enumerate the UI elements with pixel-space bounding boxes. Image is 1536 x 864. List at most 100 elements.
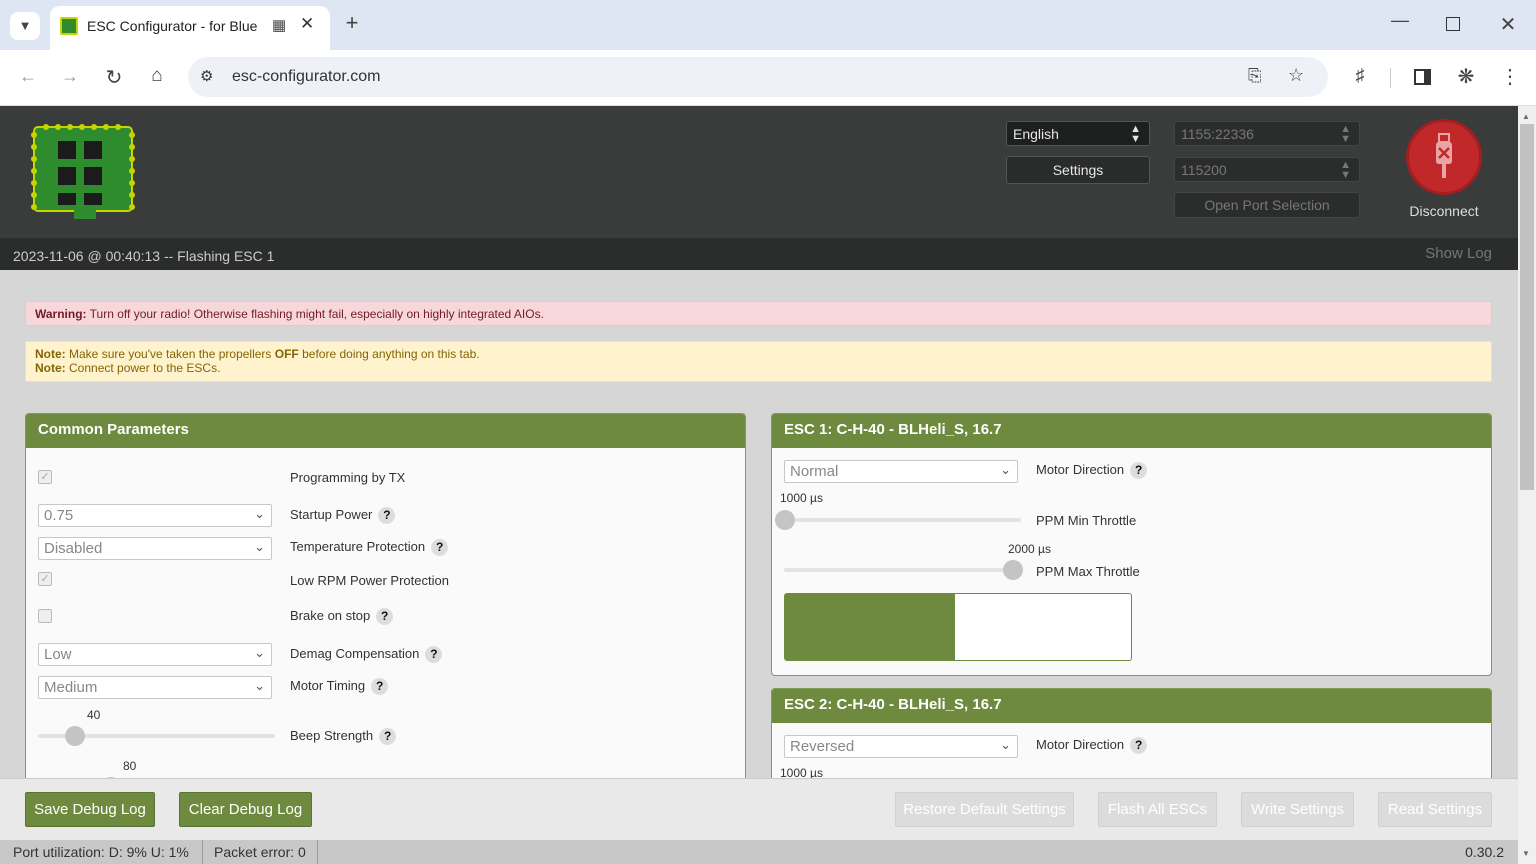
note-label: Note:	[35, 361, 66, 375]
toolbar-divider	[1390, 68, 1391, 88]
esc1-ppm-max-value: 2000 µs	[1008, 542, 1051, 556]
demag-compensation-select[interactable]: Low ⌄	[38, 643, 272, 666]
esc1-ppm-max-knob[interactable]	[1003, 560, 1023, 580]
esc1-ppm-min-knob[interactable]	[775, 510, 795, 530]
language-select[interactable]: English ▲ ▼	[1006, 121, 1150, 146]
menu-icon[interactable]: ⋮	[1498, 64, 1522, 89]
esc2-motor-direction-select[interactable]: Reversed ⌄	[784, 735, 1018, 758]
motor-timing-value: Medium	[44, 679, 98, 696]
chevron-down-icon: ⌄	[1000, 462, 1011, 477]
chevron-down-icon: ⌄	[254, 506, 265, 521]
beep-strength-knob[interactable]	[65, 726, 85, 746]
port-select[interactable]: 1155:22336 ▲ ▼	[1174, 121, 1360, 146]
open-port-selection-button[interactable]: Open Port Selection	[1174, 192, 1360, 218]
select-arrows-icon: ▲ ▼	[1340, 123, 1351, 145]
help-icon[interactable]: ?	[379, 728, 397, 746]
show-log-link[interactable]: Show Log	[1425, 245, 1492, 262]
help-icon[interactable]: ?	[1130, 462, 1148, 480]
common-parameters-title: Common Parameters	[26, 414, 745, 448]
save-debug-log-button[interactable]: Save Debug Log	[25, 792, 155, 827]
startup-power-select[interactable]: 0.75 ⌄	[38, 504, 272, 527]
status-divider	[317, 840, 318, 864]
warning-text: Turn off your radio! Otherwise flashing …	[89, 307, 544, 321]
site-info-icon[interactable]: ⚙	[200, 67, 213, 85]
browser-tab[interactable]: ESC Configurator - for Blue ▦ ✕	[50, 6, 330, 50]
brake-on-stop-label: Brake on stop?	[290, 608, 394, 626]
help-icon[interactable]: ?	[371, 678, 389, 696]
esc1-title: ESC 1: C-H-40 - BLHeli_S, 16.7	[772, 414, 1491, 448]
baud-value: 115200	[1181, 162, 1227, 178]
close-tab-icon[interactable]: ✕	[300, 14, 314, 34]
note-line-2: Note: Connect power to the ESCs.	[35, 361, 1482, 375]
brake-on-stop-text: Brake on stop	[290, 608, 371, 623]
help-icon[interactable]: ?	[425, 646, 443, 664]
tab-search-icon[interactable]: ▼	[10, 12, 40, 40]
esc1-direction-text: Motor Direction	[1036, 462, 1125, 477]
disconnect-button[interactable]	[1406, 119, 1482, 195]
chevron-down-icon: ⌄	[254, 539, 265, 554]
new-tab-button[interactable]: +	[338, 10, 366, 36]
forward-icon[interactable]: →	[58, 66, 82, 87]
demag-text: Demag Compensation	[290, 646, 420, 661]
beep-strength-value: 40	[87, 708, 101, 722]
maximize-icon[interactable]	[1446, 17, 1460, 31]
note1-post: before doing anything on this tab.	[302, 347, 480, 361]
temp-protection-value: Disabled	[44, 540, 103, 557]
help-icon[interactable]: ?	[1130, 737, 1148, 755]
language-value: English	[1013, 126, 1059, 142]
footer-toolbar: Save Debug Log Clear Debug Log Restore D…	[0, 778, 1518, 840]
esc1-panel: ESC 1: C-H-40 - BLHeli_S, 16.7 Normal ⌄ M…	[771, 413, 1492, 676]
packet-error: Packet error: 0	[214, 844, 306, 860]
temperature-protection-select[interactable]: Disabled ⌄	[38, 537, 272, 560]
scroll-up-icon[interactable]: ▲	[1522, 112, 1530, 121]
scrollbar-thumb[interactable]	[1520, 124, 1534, 490]
profile-icon[interactable]: ❋	[1454, 64, 1478, 89]
write-settings-button[interactable]: Write Settings	[1241, 792, 1354, 827]
chevron-down-icon: ⌄	[254, 678, 265, 693]
beacon-strength-value: 80	[123, 759, 137, 773]
install-app-icon[interactable]: ⎘	[1248, 66, 1262, 86]
clear-debug-log-button[interactable]: Clear Debug Log	[179, 792, 312, 827]
extensions-icon[interactable]: ♯	[1348, 65, 1372, 86]
esc1-flash-progress-fill	[785, 594, 955, 660]
reload-icon[interactable]: ↻	[102, 65, 126, 90]
esc1-direction-value: Normal	[790, 463, 839, 480]
bookmark-star-icon[interactable]: ☆	[1288, 65, 1304, 86]
minimize-icon[interactable]: —	[1388, 10, 1412, 31]
help-icon[interactable]: ?	[378, 507, 396, 525]
help-icon[interactable]: ?	[431, 539, 449, 557]
note1-pre: Make sure you've taken the propellers	[69, 347, 272, 361]
programming-by-tx-checkbox[interactable]: ✓	[38, 470, 52, 484]
back-icon[interactable]: ←	[16, 66, 40, 87]
side-panel-icon[interactable]	[1414, 69, 1431, 85]
low-rpm-checkbox[interactable]: ✓	[38, 572, 52, 586]
esc2-motor-direction-label: Motor Direction?	[1036, 737, 1148, 755]
restore-default-settings-button[interactable]: Restore Default Settings	[895, 792, 1074, 827]
omnibox[interactable]: ⚙ esc-configurator.com ⎘ ☆	[188, 57, 1328, 97]
motor-timing-text: Motor Timing	[290, 678, 366, 693]
scroll-down-icon[interactable]: ▼	[1522, 849, 1530, 858]
tab-media-icon: ▦	[272, 17, 287, 34]
home-icon[interactable]: ⌂	[145, 65, 169, 87]
temperature-protection-label: Temperature Protection?	[290, 539, 449, 557]
motor-timing-select[interactable]: Medium ⌄	[38, 676, 272, 699]
flash-all-escs-button[interactable]: Flash All ESCs	[1098, 792, 1217, 827]
settings-button[interactable]: Settings	[1006, 156, 1150, 184]
esc1-ppm-min-slider[interactable]	[784, 518, 1021, 522]
log-last-line: 2023-11-06 @ 00:40:13 -- Flashing ESC 1	[13, 248, 275, 264]
esc1-ppm-max-label: PPM Max Throttle	[1036, 564, 1140, 579]
brake-on-stop-checkbox[interactable]	[38, 609, 52, 623]
esc1-motor-direction-select[interactable]: Normal ⌄	[784, 460, 1018, 483]
close-window-icon[interactable]: ✕	[1496, 12, 1520, 37]
esc1-ppm-max-slider[interactable]	[784, 568, 1021, 572]
startup-power-label: Startup Power?	[290, 507, 396, 525]
read-settings-button[interactable]: Read Settings	[1378, 792, 1492, 827]
url-text: esc-configurator.com	[232, 68, 381, 85]
help-icon[interactable]: ?	[376, 608, 394, 626]
low-rpm-label: Low RPM Power Protection	[290, 573, 449, 588]
beep-strength-label: Beep Strength?	[290, 728, 397, 746]
warning-alert: Warning: Turn off your radio! Otherwise …	[25, 301, 1492, 326]
baud-select[interactable]: 115200 ▲ ▼	[1174, 157, 1360, 182]
esc1-flash-progress	[784, 593, 1132, 661]
warning-label: Warning:	[35, 307, 87, 321]
